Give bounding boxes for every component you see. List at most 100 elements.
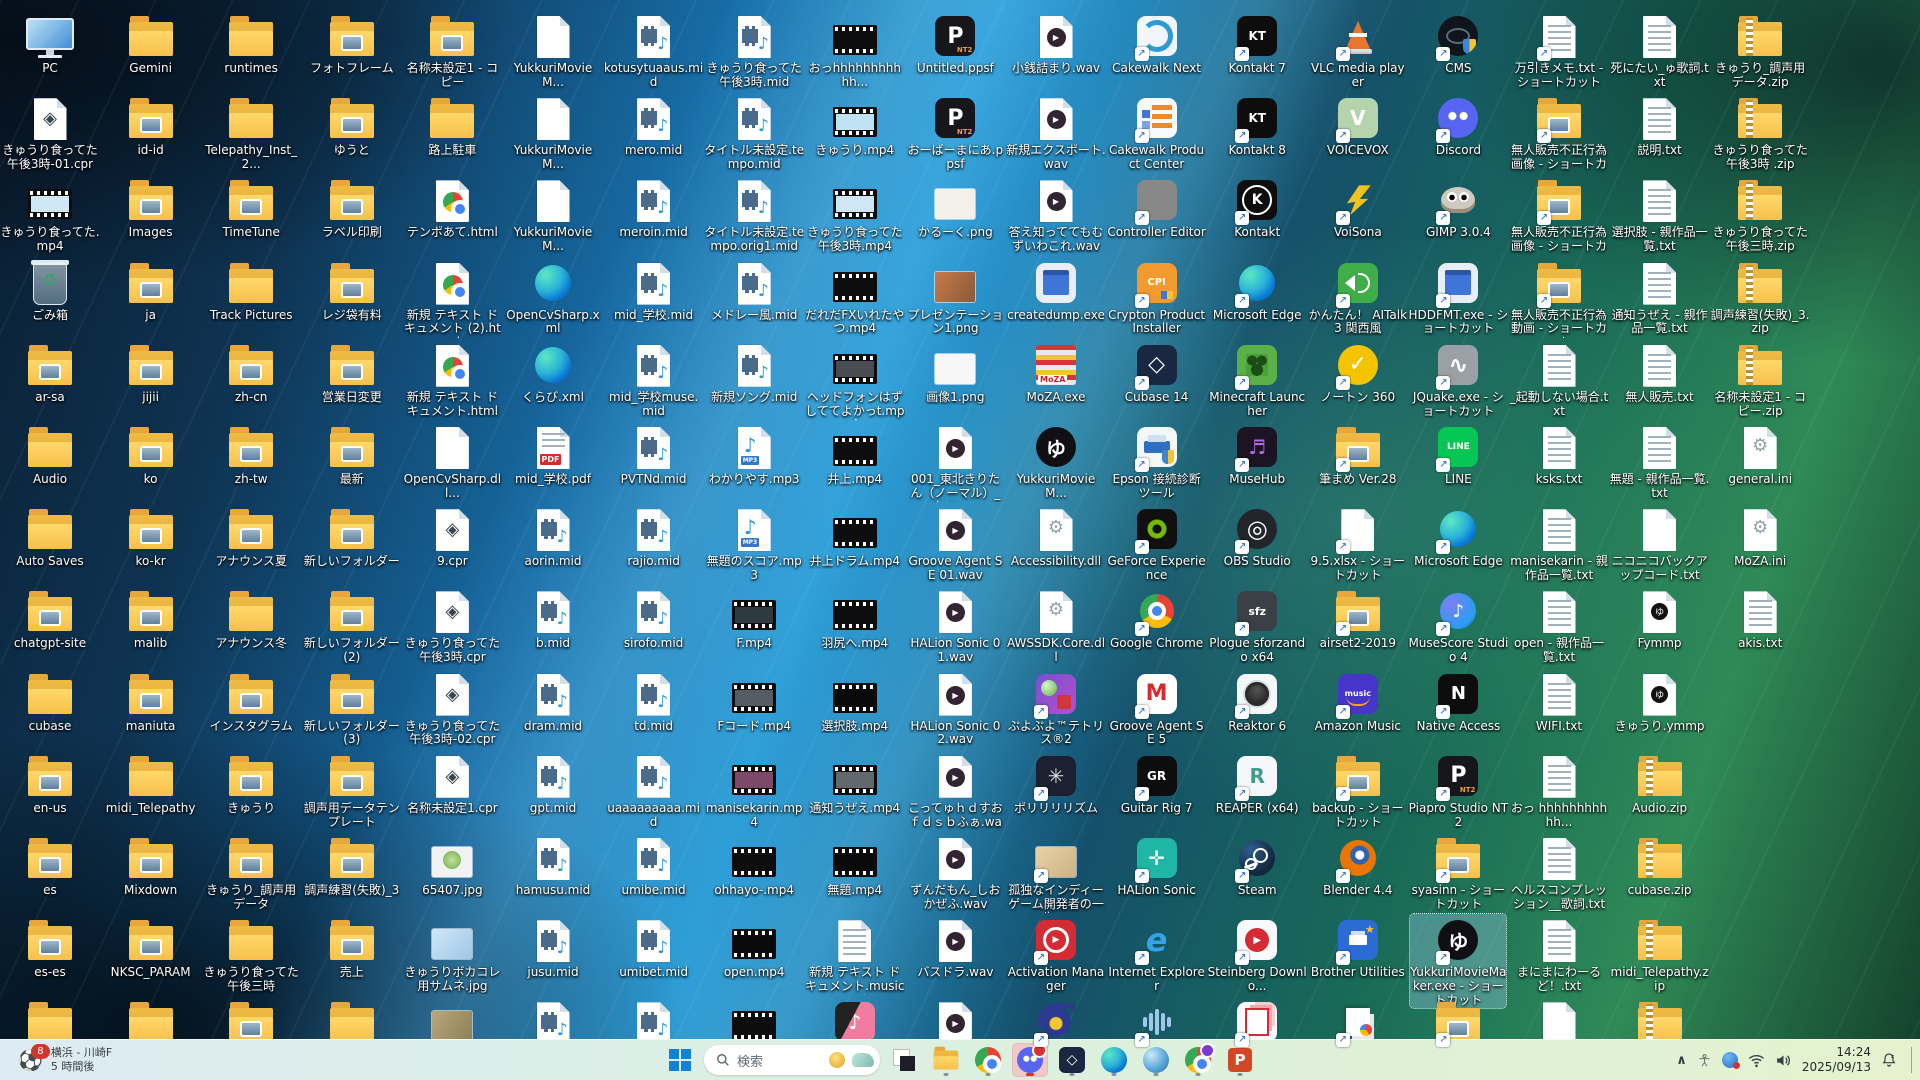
- desktop-icon-Reaktor-6[interactable]: ↗ Reaktor 6: [1209, 668, 1305, 734]
- desktop-icon-AWSSDK-Core-dll[interactable]: ⚙ AWSSDK.Core.dll: [1007, 585, 1105, 665]
- desktop-icon-Kontakt-8[interactable]: KT ↗ Kontakt 8: [1209, 92, 1305, 158]
- desktop-icon--[interactable]: 営業日変更: [304, 339, 400, 405]
- search-box[interactable]: 検索: [704, 1045, 880, 1075]
- desktop-icon--tempo-orig1-mid[interactable]: ♪ タイトル未設定.tempo.orig1.mid: [704, 174, 804, 254]
- desktop-icon-td-mid[interactable]: ♪ td.mid: [606, 668, 702, 734]
- desktop-icon-HALion-Sonic-01-wav[interactable]: ▶ HALion Sonic 01.wav: [907, 585, 1003, 665]
- desktop-icon-runtimes[interactable]: runtimes: [203, 10, 299, 76]
- desktop-icon--[interactable]: ↗孤独なインディーゲーム開発者の一生 ...: [1008, 832, 1104, 913]
- desktop-icon-jusu-mid[interactable]: ♪ jusu.mid: [505, 914, 601, 980]
- desktop-icon--txt[interactable]: 説明.txt: [1612, 92, 1708, 158]
- desktop-icon--_-[interactable]: きゅうり_調声用データ: [203, 832, 299, 912]
- desktop-icon-Images[interactable]: Images: [103, 174, 199, 240]
- desktop-icon-YukkuriMovieM-[interactable]: YukkuriMovieM...: [505, 174, 601, 254]
- desktop-icon-GIMP-3-0-4[interactable]: ↗ GIMP 3.0.4: [1410, 174, 1506, 240]
- desktop-icon--[interactable]: アナウンス夏: [203, 503, 299, 569]
- desktop-icon-MoZA-exe[interactable]: MoZA MoZA.exe: [1008, 339, 1104, 405]
- desktop-icon--[interactable]: レジ袋有料: [304, 257, 400, 323]
- desktop-icon-VoiSona[interactable]: ↗ VoiSona: [1310, 174, 1406, 240]
- desktop-icon-cubase-zip[interactable]: cubase.zip: [1612, 832, 1708, 898]
- desktop-icon-Controller-Editor[interactable]: ↗ Controller Editor: [1107, 174, 1206, 240]
- desktop-icon--png[interactable]: かるーく.png: [907, 174, 1003, 240]
- desktop-icon--mp4[interactable]: きゅうり.mp4: [807, 92, 903, 158]
- taskbar-app-cubase[interactable]: ◇: [1054, 1043, 1090, 1077]
- desktop-icon-Cakewalk-Next[interactable]: ↗ Cakewalk Next: [1109, 10, 1205, 76]
- desktop-icon-es[interactable]: es: [2, 832, 98, 898]
- desktop-icon-VOICEVOX[interactable]: V ↗ VOICEVOX: [1310, 92, 1406, 158]
- desktop-icon--[interactable]: きゅうり食ってた午後三時: [203, 914, 299, 994]
- desktop-icon-Google-Chrome[interactable]: ↗ Google Chrome: [1109, 585, 1205, 651]
- desktop-icon-Internet-Explorer[interactable]: e ↗ Internet Explorer: [1108, 914, 1205, 994]
- desktop-icon-en-us[interactable]: en-us: [2, 750, 98, 816]
- taskbar-app-chrome-profile[interactable]: [1180, 1043, 1216, 1077]
- taskbar-app-chrome[interactable]: [970, 1043, 1006, 1077]
- desktop-icon-VLC-media-player[interactable]: ↗ VLC media player: [1310, 10, 1406, 90]
- desktop-icon-Brother-Utilities[interactable]: ★ ↗ Brother Utilities: [1310, 914, 1406, 980]
- desktop-icon--[interactable]: フォトフレーム: [304, 10, 400, 76]
- desktop-icon--mp4[interactable]: 無題.mp4: [807, 832, 903, 898]
- desktop-icon-Track-Pictures[interactable]: Track Pictures: [203, 257, 299, 323]
- desktop-icon--[interactable]: アナウンス冬: [203, 585, 299, 651]
- desktop-icon--wav[interactable]: ▶ 小銭詰まり.wav: [1008, 10, 1104, 76]
- desktop-icon-ohhayo--mp4[interactable]: ohhayo-.mp4: [706, 832, 802, 898]
- desktop-icon-manisekarin-mp4[interactable]: manisekarin.mp4: [706, 750, 803, 830]
- desktop-icon-zh-tw[interactable]: zh-tw: [203, 421, 299, 487]
- desktop-icon-HALion-Sonic[interactable]: ✛ ↗ HALion Sonic: [1109, 832, 1205, 898]
- desktop-icon-maniuta[interactable]: maniuta: [103, 668, 199, 734]
- desktop-icon-ja[interactable]: ja: [103, 257, 199, 323]
- desktop-icon--html[interactable]: テンポあて.html: [404, 174, 500, 240]
- desktop-icon-Steam[interactable]: ↗ Steam: [1209, 832, 1305, 898]
- desktop-icon-cubase[interactable]: cubase: [2, 668, 98, 734]
- desktop-icon-Microsoft-Edge[interactable]: ↗ Microsoft Edge: [1410, 503, 1506, 569]
- desktop-icon-Untitled-ppsf[interactable]: P NT2 Untitled.ppsf: [907, 10, 1003, 76]
- desktop-icon----txt[interactable]: 無題 - 親作品一覧.txt: [1610, 421, 1709, 501]
- desktop-icon-Plogue-sforzando-x64[interactable]: sfz ↗ Plogue sforzando x64: [1209, 585, 1305, 665]
- desktop-icon-Guitar-Rig-7[interactable]: GR ↗ Guitar Rig 7: [1109, 750, 1205, 816]
- desktop-icon-Auto-Saves[interactable]: Auto Saves: [2, 503, 98, 569]
- desktop-icon-backup---[interactable]: ↗ backup - ショートカット: [1310, 750, 1406, 830]
- desktop-icon----[interactable]: ↗無人販売不正行為画像 - ショートカッ...: [1511, 92, 1607, 173]
- desktop-icon-Mixdown[interactable]: Mixdown: [103, 832, 199, 898]
- desktop-icon-Epson-[interactable]: ↗ Epson 接続診断ツール: [1109, 421, 1205, 501]
- desktop-icon--[interactable]: 路上駐車: [404, 92, 500, 158]
- desktop-icon-NKSC_PARAM[interactable]: NKSC_PARAM: [103, 914, 199, 980]
- desktop-icon--mp3[interactable]: ♪ MP3 わかりやす.mp3: [706, 421, 802, 487]
- desktop-icon--AITalk-3-[interactable]: ↗ かんたん！ AITalk 3 関西風: [1309, 257, 1407, 337]
- desktop-icon-65407-jpg[interactable]: 65407.jpg: [404, 832, 500, 898]
- volume-icon[interactable]: [1775, 1053, 1792, 1068]
- hidden-icons-chevron[interactable]: ∧: [1676, 1053, 1687, 1068]
- desktop-icon-meroin-mid[interactable]: ♪ meroin.mid: [606, 174, 702, 240]
- desktop-icon--html[interactable]: 新規 テキスト ドキュメント.html: [404, 339, 500, 419]
- desktop-icon--1---zip[interactable]: 名称未設定1 - コピー.zip: [1712, 339, 1808, 419]
- desktop-icon--hhhhhhhhhhh-[interactable]: おっ hhhhhhhhhhh...: [1511, 750, 1607, 830]
- show-desktop-strip[interactable]: [1911, 1047, 1914, 1073]
- desktop-icon-createdump-exe[interactable]: createdump.exe: [1007, 257, 1105, 323]
- desktop-icon--mid[interactable]: ♪ メドレー風.mid: [706, 257, 802, 323]
- desktop-icon-F-mp4[interactable]: F.mp4: [706, 585, 802, 651]
- desktop-icon--mp4[interactable]: 井上.mp4: [807, 421, 903, 487]
- desktop-icon--zip[interactable]: きゅうり食ってた午後三時.zip: [1712, 174, 1808, 254]
- taskbar-app-blue-sphere-app[interactable]: [1138, 1043, 1174, 1077]
- desktop-icon--_-wav[interactable]: ▶ ずんだもん_しおかぜふ.wav: [907, 832, 1003, 912]
- desktop-icon-uaaaaaaaaa-mid[interactable]: ♪ uaaaaaaaaa.mid: [606, 750, 702, 830]
- desktop-icon-9-5-xlsx---[interactable]: ↗ 9.5.xlsx - ショートカット: [1310, 503, 1406, 583]
- desktop-icon--[interactable]: ✳ ↗ ポリリリリズム: [1008, 750, 1104, 816]
- desktop-icon-LINE[interactable]: LINE ↗ LINE: [1410, 421, 1506, 487]
- desktop-icon-dram-mid[interactable]: ♪ dram.mid: [505, 668, 601, 734]
- desktop-icon-MoZA-ini[interactable]: ⚙ MoZA.ini: [1712, 503, 1808, 569]
- desktop-icon-Audio-zip[interactable]: Audio.zip: [1612, 750, 1708, 816]
- desktop-icon-PVTNd-mid[interactable]: ♪ PVTNd.mid: [606, 421, 702, 487]
- desktop-icon--ymmp[interactable]: ゆきゅうり.ymmp: [1612, 668, 1708, 734]
- desktop-icon--3--02-cpr[interactable]: ◈ きゅうり食ってた午後3時-02.cpr: [404, 668, 500, 748]
- desktop-icon-airset2-2019[interactable]: ↗ airset2-2019: [1310, 585, 1406, 651]
- desktop-icon-CMS[interactable]: ↗ CMS: [1410, 10, 1506, 76]
- clock[interactable]: 14:24 2025/09/13: [1802, 1045, 1871, 1075]
- desktop-icon-YukkuriMovieMaker-exe---[interactable]: ゆ ↗ YukkuriMovieMaker.exe - ショートカット: [1409, 913, 1508, 1009]
- taskbar-app-snipping-tool[interactable]: [886, 1043, 922, 1077]
- desktop-icon-aorin-mid[interactable]: ♪ aorin.mid: [505, 503, 601, 569]
- desktop-icon--3-mp4[interactable]: きゅうり食ってた午後3時.mp4: [807, 174, 903, 254]
- desktop-icon--txt[interactable]: 無人販売.txt: [1612, 339, 1708, 405]
- desktop-icon-Kontakt-7[interactable]: KT ↗ Kontakt 7: [1209, 10, 1305, 76]
- desktop-icon-OpenCvSharp-dll-[interactable]: OpenCvSharp.dll...: [404, 421, 501, 501]
- desktop-icon-Telepathy_Inst_2-[interactable]: Telepathy_Inst_2...: [203, 92, 299, 172]
